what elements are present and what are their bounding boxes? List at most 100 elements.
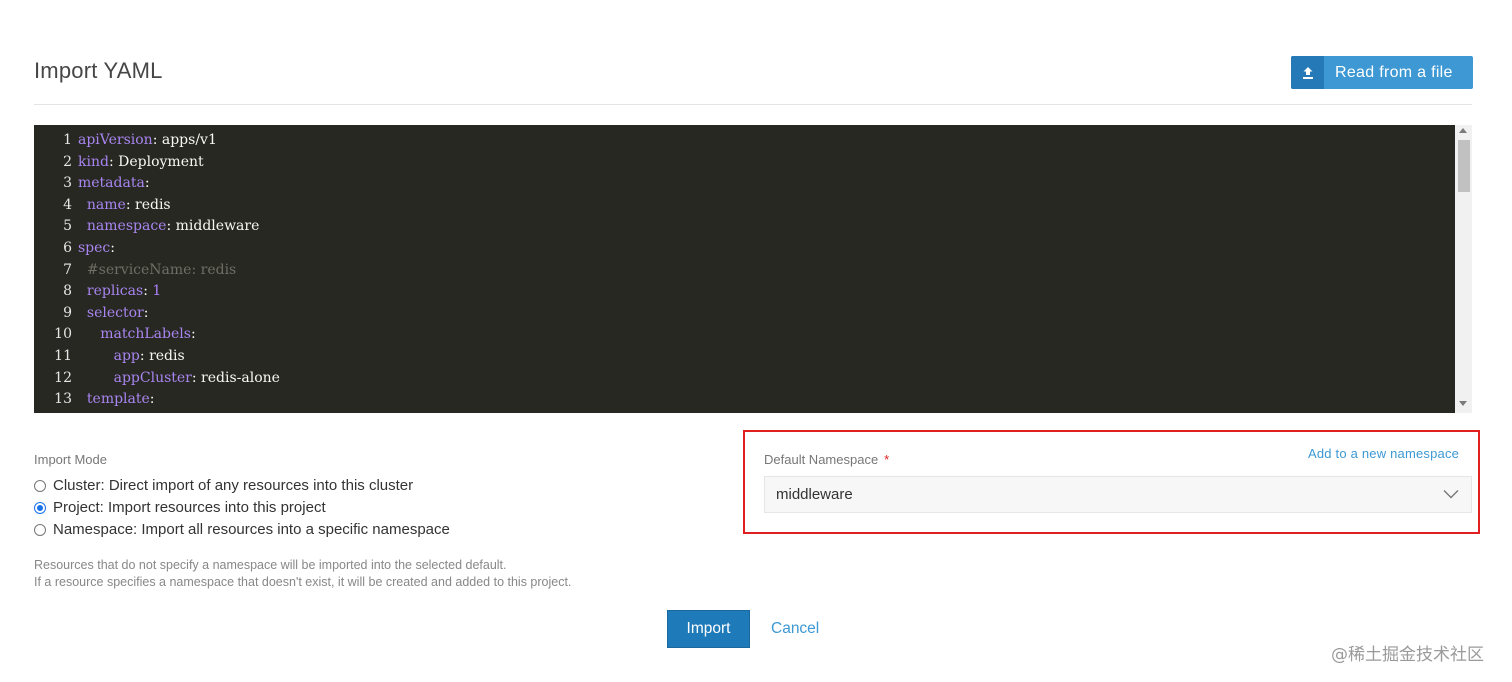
yaml-key: apiVersion [78,132,153,148]
code-line[interactable]: 8 replicas: 1 [34,281,161,303]
read-from-file-label: Read from a file [1335,63,1453,81]
radio-project[interactable] [34,501,46,514]
code-line[interactable]: 3 metadata: [34,173,150,195]
yaml-separator: : [143,304,149,321]
yaml-separator: : [125,196,136,213]
import-mode-label: Import Mode [34,452,107,467]
line-number: 11 [54,348,72,364]
yaml-separator: : [152,132,162,148]
line-content: appCluster: redis-alone [78,370,280,386]
radio-namespace[interactable] [34,523,46,536]
yaml-key: name [86,196,126,213]
radio-namespace-label[interactable]: Namespace: Import all resources into a s… [53,521,450,538]
read-from-file-button[interactable]: Read from a file [1291,56,1473,89]
line-number: 6 [63,240,72,256]
required-mark: * [884,452,890,467]
import-button[interactable]: Import [667,610,750,648]
yaml-separator: : [139,348,150,364]
line-content: template: [78,391,155,407]
yaml-separator: : [190,326,196,343]
yaml-value: middleware [175,218,260,235]
line-number: 12 [54,369,72,386]
namespace-select-value: middleware [776,486,853,503]
yaml-key: replicas [86,283,144,300]
radio-project-label[interactable]: Project: Import resources into this proj… [53,499,326,516]
line-number: 7 [63,261,72,278]
code-line[interactable]: 6 spec: [34,238,115,260]
yaml-value: apps/v1 [161,132,217,148]
yaml-value: redis [135,196,171,213]
yaml-separator: : [149,391,155,408]
line-content: namespace: middleware [78,218,259,234]
code-line[interactable]: 10 matchLabels: [34,324,196,346]
code-line[interactable]: 1 apiVersion: apps/v1 [34,130,217,152]
yaml-value: Deployment [118,153,204,170]
upload-icon [1291,56,1324,89]
title-divider [34,104,1472,105]
yaml-value: redis-alone [201,369,280,386]
code-line[interactable]: 9 selector: [34,303,148,325]
line-content: replicas: 1 [78,283,161,299]
yaml-value: 1 [152,283,162,300]
add-new-namespace-link[interactable]: Add to a new namespace [1308,446,1459,461]
line-number: 8 [63,283,72,300]
line-number: 9 [63,304,72,321]
line-number: 3 [63,175,72,192]
default-namespace-label-text: Default Namespace [764,452,879,467]
line-content: kind: Deployment [78,154,204,170]
line-content: metadata: [78,175,150,191]
code-line[interactable]: 12 appCluster: redis-alone [34,368,280,390]
line-number: 13 [54,391,72,408]
scrollbar-thumb[interactable] [1458,140,1470,192]
code-line[interactable]: 5 namespace: middleware [34,216,259,238]
line-content: name: redis [78,197,171,213]
line-number: 10 [54,326,72,343]
scroll-up-arrow-icon[interactable] [1459,128,1467,133]
line-content: selector: [78,304,149,321]
hint-text-create: If a resource specifies a namespace that… [34,575,572,589]
line-content: spec: [78,240,115,256]
yaml-editor[interactable]: 1 apiVersion: apps/v1 2 kind: Deployment 3 me… [34,125,1455,413]
namespace-select[interactable]: middleware [764,476,1472,513]
scroll-down-arrow-icon[interactable] [1459,401,1467,406]
radio-option-cluster[interactable]: Cluster: Direct import of any resources … [34,477,413,494]
radio-cluster[interactable] [34,479,46,492]
yaml-separator: : [144,175,150,192]
code-line[interactable]: 11 app: redis [34,346,185,368]
code-line[interactable]: 4 name: redis [34,195,171,217]
line-number: 4 [63,196,72,213]
yaml-comment: #serviceName: redis [86,261,237,278]
yaml-key: metadata [78,175,145,192]
line-number: 5 [63,218,72,235]
yaml-key: template [86,391,150,408]
code-line[interactable]: 13 template: [34,389,155,411]
yaml-key: selector [86,304,144,321]
radio-option-project[interactable]: Project: Import resources into this proj… [34,499,326,516]
code-line[interactable]: 7 #serviceName: redis [34,260,236,282]
yaml-key: namespace [86,218,167,235]
yaml-key: kind [78,153,109,170]
line-content: #serviceName: redis [78,262,236,278]
code-line[interactable]: 2 kind: Deployment [34,152,204,174]
radio-cluster-label[interactable]: Cluster: Direct import of any resources … [53,477,413,494]
yaml-key: spec [78,240,111,256]
radio-option-namespace[interactable]: Namespace: Import all resources into a s… [34,521,450,538]
hint-text-default: Resources that do not specify a namespac… [34,558,507,572]
cancel-button[interactable]: Cancel [771,620,819,638]
yaml-separator: : [108,153,119,170]
line-content: apiVersion: apps/v1 [78,132,217,148]
default-namespace-label: Default Namespace * [764,452,889,467]
yaml-separator: : [166,218,176,235]
yaml-key: matchLabels [100,326,191,343]
page-title: Import YAML [34,58,163,83]
yaml-separator: : [191,369,202,386]
